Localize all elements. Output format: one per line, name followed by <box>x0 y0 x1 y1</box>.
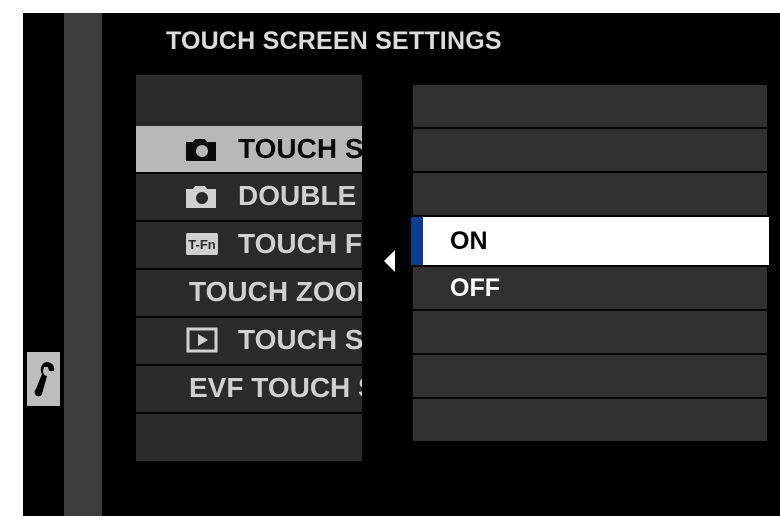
camera-icon <box>186 184 218 208</box>
menu-item-double-tap-setting[interactable]: DOUBLE TAP SETTING <box>136 172 362 218</box>
menu-item-label: TOUCH ZOOM <box>189 276 362 307</box>
menu-item-label: TOUCH SCREEN SETTING <box>238 133 362 164</box>
option-label: ON <box>450 226 488 255</box>
t-fn-icon: T-Fn <box>186 233 218 255</box>
svg-text:T-Fn: T-Fn <box>188 237 215 252</box>
menu-item-label: TOUCH FUNCTION <box>238 228 362 259</box>
option-label: OFF <box>450 273 500 302</box>
menu-item-touch-function[interactable]: T-Fn TOUCH FUNCTION <box>136 220 362 266</box>
option-empty <box>413 311 767 353</box>
page-title: TOUCH SCREEN SETTINGS <box>166 27 502 55</box>
playback-icon <box>186 327 218 353</box>
menu-item-empty <box>136 412 362 461</box>
menu-item-empty <box>136 75 362 121</box>
camera-menu-screen: TOUCH SCREEN SETTINGS TOUCH SCREEN SETTI… <box>23 13 780 516</box>
menu-item-evf-touch-screen-area[interactable]: EVF TOUCH SCREEN AREA SETTINGS <box>136 364 362 410</box>
menu-item-label: DOUBLE TAP SETTING <box>238 180 362 211</box>
option-empty <box>413 173 767 215</box>
setup-tab[interactable] <box>27 352 60 406</box>
option-off[interactable]: OFF <box>413 267 767 309</box>
settings-menu: TOUCH SCREEN SETTING DOUBLE TAP SETTING … <box>136 75 362 461</box>
selection-accent <box>411 217 423 265</box>
menu-item-playback-touch-screen-setting[interactable]: TOUCH SCREEN SETTING <box>136 316 362 362</box>
menu-item-touch-screen-setting[interactable]: TOUCH SCREEN SETTING <box>136 126 362 172</box>
option-on[interactable]: ON <box>411 217 769 265</box>
left-arrow-icon <box>384 250 395 272</box>
menu-item-label: TOUCH SCREEN SETTING <box>238 324 362 355</box>
menu-item-label: EVF TOUCH SCREEN AREA SETTINGS <box>189 372 362 403</box>
option-empty <box>413 399 767 441</box>
option-list: ON OFF <box>411 85 769 441</box>
wrench-icon <box>34 362 54 397</box>
menu-item-touch-zoom[interactable]: TOUCH ZOOM <box>136 268 362 314</box>
option-empty <box>413 129 767 171</box>
camera-icon <box>186 137 218 161</box>
option-empty <box>413 85 767 127</box>
menu-tab-strip <box>64 13 102 516</box>
option-empty <box>413 355 767 397</box>
